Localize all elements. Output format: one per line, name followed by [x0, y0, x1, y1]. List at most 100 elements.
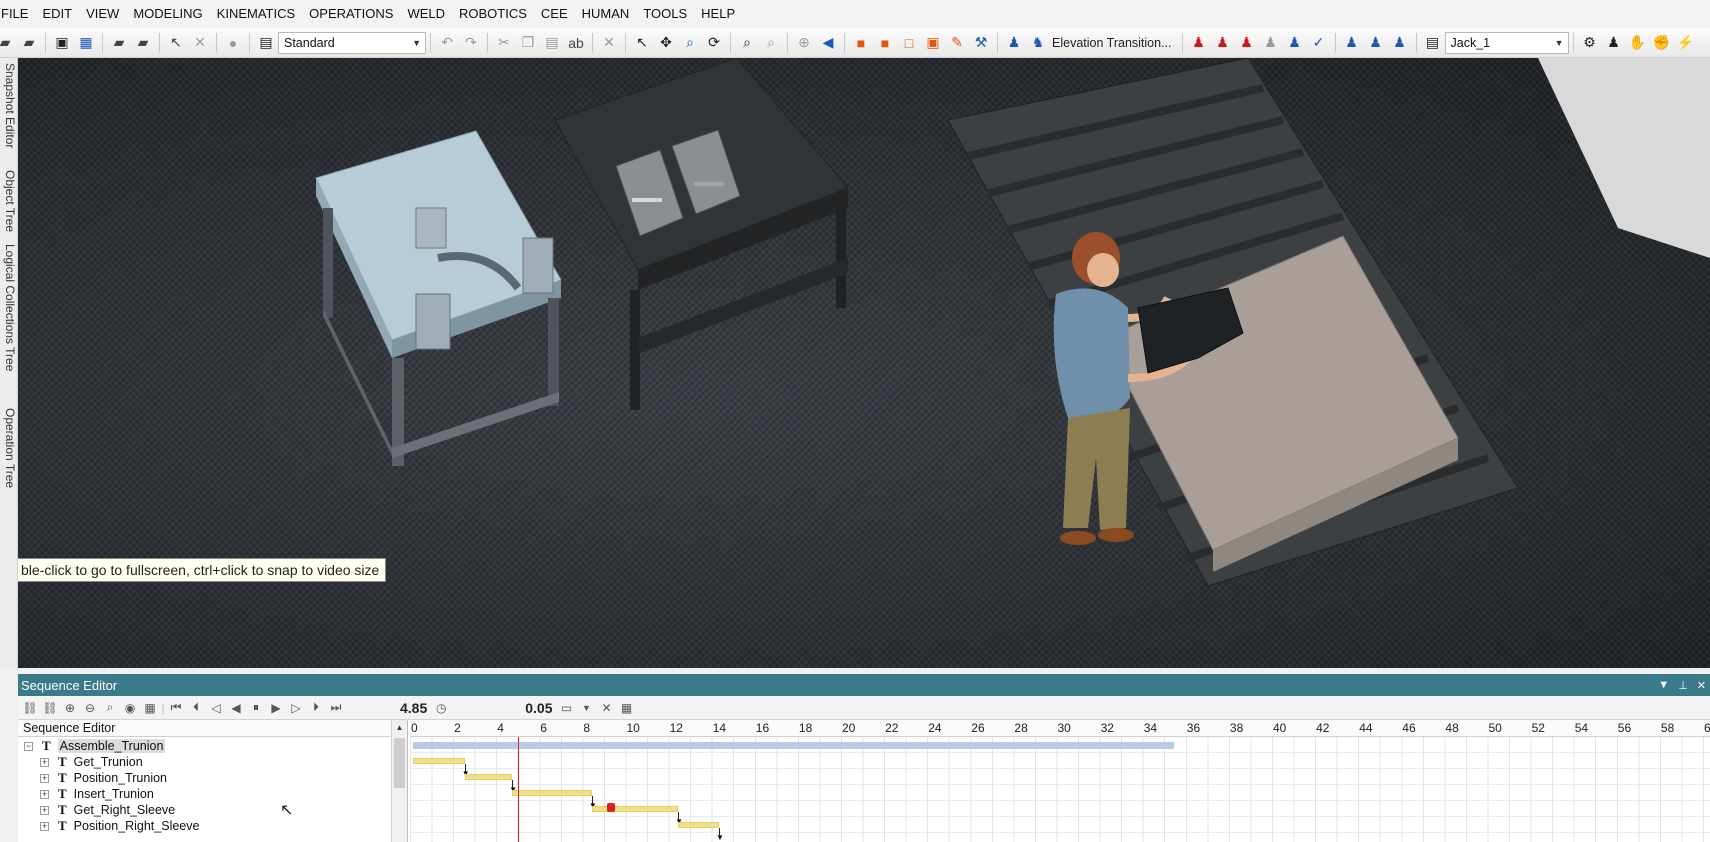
rotate-icon[interactable]: ⟳	[703, 32, 725, 54]
graphic-viewer[interactable]: ble-click to go to fullscreen, ctrl+clic…	[18, 58, 1710, 668]
snap-icon[interactable]: ✕	[189, 32, 211, 54]
zoom-fit-icon[interactable]: ⌕	[736, 32, 758, 54]
expand-icon[interactable]: +	[40, 757, 49, 767]
open-folder-icon[interactable]: ▰	[18, 32, 40, 54]
tab-snapshot-editor[interactable]: Snapshot Editor	[3, 63, 17, 148]
human-report-icon[interactable]: ♟	[1389, 32, 1411, 54]
menu-kinematics[interactable]: KINEMATICS	[210, 0, 303, 28]
paint-icon[interactable]: ✎	[946, 32, 968, 54]
properties-icon[interactable]: ▦	[75, 32, 97, 54]
zoom-in-icon[interactable]: ⊕	[60, 698, 80, 718]
layout-icon[interactable]: ▤	[255, 32, 277, 54]
expand-icon[interactable]: +	[40, 773, 49, 783]
shaded-edges-icon[interactable]: ■	[874, 32, 896, 54]
select-mode-icon[interactable]: ↖	[165, 32, 187, 54]
tree-root-row[interactable]: − T Assemble_Trunion	[18, 738, 392, 754]
tree-row[interactable]: + T Get_Trunion	[18, 754, 392, 770]
task-bar[interactable]	[591, 806, 679, 812]
view-mode-select[interactable]: Standard ▼	[278, 31, 426, 54]
import-icon[interactable]: ▰	[108, 32, 130, 54]
scroll-up-icon[interactable]: ▲	[392, 720, 407, 736]
menu-help[interactable]: HELP	[694, 0, 742, 28]
jump-end-icon[interactable]: ⏭	[326, 698, 346, 718]
time-cursor-line[interactable]	[517, 737, 519, 842]
delete-icon[interactable]: ✕	[598, 32, 620, 54]
step-forward-icon[interactable]: ⏵	[306, 698, 326, 718]
menu-view[interactable]: VIEW	[79, 0, 126, 28]
human-grasp-icon[interactable]: ♟	[1212, 32, 1234, 54]
hidden-lines-icon[interactable]: ▣	[922, 32, 944, 54]
menu-operations[interactable]: OPERATIONS	[302, 0, 400, 28]
human-select[interactable]: Jack_1 ▼	[1444, 31, 1569, 54]
tab-logical-collections-tree[interactable]: Logical Collections Tree	[3, 244, 17, 371]
task-bar[interactable]	[464, 774, 513, 780]
tab-operation-tree[interactable]: Operation Tree	[3, 408, 17, 488]
options-icon[interactable]: ▦	[617, 698, 637, 718]
play-backward-icon[interactable]: ◀	[226, 698, 246, 718]
timeline-ruler[interactable]: 0 2 4 6 8 10 12 14 16 18 20 22 24 26 28 30 32 34 36 38 40 42 4…	[410, 720, 1710, 737]
paste-icon[interactable]: ▤	[541, 32, 563, 54]
zoom-icon[interactable]: ⌕	[679, 32, 701, 54]
filter-icon[interactable]: ✕	[597, 698, 617, 718]
redo-icon[interactable]: ↷	[460, 32, 482, 54]
panel-menu-icon[interactable]: ▼	[1658, 679, 1669, 692]
zoom-out-icon[interactable]: ⊖	[80, 698, 100, 718]
pan-icon[interactable]: ✥	[655, 32, 677, 54]
pause-icon[interactable]: ⏸	[246, 698, 266, 718]
open-icon[interactable]: ▰	[0, 32, 16, 54]
tree-row[interactable]: + T Position_Right_Sleeve	[18, 818, 392, 834]
human-reach-icon[interactable]: ♟	[1188, 32, 1210, 54]
tree-row[interactable]: + T Get_Right_Sleeve	[18, 802, 392, 818]
menu-tools[interactable]: TOOLS	[636, 0, 694, 28]
elevation-transition-label[interactable]: Elevation Transition...	[1052, 36, 1172, 50]
chevron-down-icon[interactable]: ▼	[577, 698, 597, 718]
tab-object-tree[interactable]: Object Tree	[3, 170, 17, 232]
export-icon[interactable]: ▰	[132, 32, 154, 54]
human-task-icon[interactable]: ♟	[1341, 32, 1363, 54]
record-icon[interactable]: ●	[222, 32, 244, 54]
hand-icon[interactable]: ✋	[1627, 32, 1649, 54]
limb-icon[interactable]: ♟	[1603, 32, 1625, 54]
scroll-thumb[interactable]	[394, 738, 405, 788]
more-tools-icon[interactable]: ⚡	[1675, 32, 1697, 54]
shaded-icon[interactable]: ■	[850, 32, 872, 54]
task-bar[interactable]	[512, 790, 592, 796]
save-icon[interactable]: ▣	[51, 32, 73, 54]
gantt-settings-icon[interactable]: ▦	[140, 698, 160, 718]
hand-tool-icon[interactable]: ✊	[1651, 32, 1673, 54]
expand-icon[interactable]: +	[40, 805, 49, 815]
menu-robotics[interactable]: ROBOTICS	[452, 0, 534, 28]
jump-start-icon[interactable]: ⏮	[166, 698, 186, 718]
human-check-icon[interactable]: ✓	[1308, 32, 1330, 54]
playback-settings-icon[interactable]: ▭	[557, 698, 577, 718]
menu-edit[interactable]: EDIT	[35, 0, 79, 28]
gantt-chart[interactable]: 0 2 4 6 8 10 12 14 16 18 20 22 24 26 28 30 32 34 36 38 40 42 4…	[410, 720, 1710, 842]
human-analysis-icon[interactable]: ♟	[1365, 32, 1387, 54]
wireframe-icon[interactable]: □	[898, 32, 920, 54]
event-marker[interactable]	[607, 803, 616, 812]
collapse-icon[interactable]: −	[24, 741, 33, 751]
pointer-icon[interactable]: ↖	[631, 32, 653, 54]
prev-icon[interactable]: ◁	[206, 698, 226, 718]
copy-icon[interactable]: ❐	[517, 32, 539, 54]
unlink-icon[interactable]: ⛓	[40, 698, 60, 718]
menu-modeling[interactable]: MODELING	[126, 0, 209, 28]
human-posture-icon[interactable]: ♟	[1003, 32, 1025, 54]
close-icon[interactable]: ✕	[1697, 679, 1706, 692]
pin-icon[interactable]: ⊥	[1678, 679, 1688, 692]
cut-icon[interactable]: ✂	[493, 32, 515, 54]
menu-weld[interactable]: WELD	[400, 0, 452, 28]
undo-icon[interactable]: ↶	[436, 32, 458, 54]
step-size-value[interactable]: 0.05	[525, 700, 552, 716]
menu-cee[interactable]: CEE	[534, 0, 575, 28]
tree-row[interactable]: + T Insert_Trunion	[18, 786, 392, 802]
next-icon[interactable]: ▷	[286, 698, 306, 718]
play-forward-icon[interactable]: ▶	[266, 698, 286, 718]
view-direction-icon[interactable]: ◀	[817, 32, 839, 54]
task-bar[interactable]	[413, 758, 465, 764]
measure-icon[interactable]: ⚒	[970, 32, 992, 54]
human-list-icon[interactable]: ▤	[1422, 32, 1444, 54]
expand-icon[interactable]: +	[40, 821, 49, 831]
tree-row[interactable]: + T Position_Trunion	[18, 770, 392, 786]
time-step-icon[interactable]: ◷	[431, 698, 451, 718]
